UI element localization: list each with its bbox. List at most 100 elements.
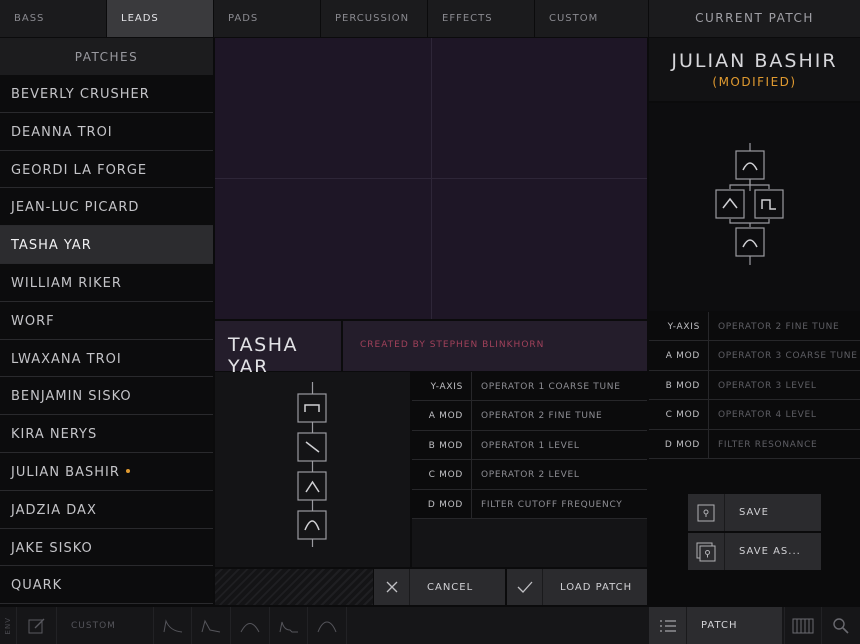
cancel-label: CANCEL	[427, 581, 474, 593]
patch-item[interactable]: JEAN-LUC PICARD	[0, 188, 213, 227]
patch-item[interactable]: BEVERLY CRUSHER	[0, 75, 213, 113]
operator-chain-icon	[297, 382, 327, 547]
mod-key: D MOD	[649, 429, 709, 458]
table-row: D MOD FILTER RESONANCE	[649, 429, 860, 459]
custom-label: CUSTOM	[71, 620, 116, 631]
search-icon	[833, 617, 849, 634]
env-tab[interactable]: ENV	[0, 607, 17, 644]
stripe-divider	[215, 569, 373, 605]
mod-value: OPERATOR 1 LEVEL	[481, 440, 580, 451]
tab-pads[interactable]: PADS	[214, 0, 321, 37]
table-row: C MOD OPERATOR 4 LEVEL	[649, 400, 860, 430]
patch-item-selected[interactable]: TASHA YAR	[0, 226, 213, 264]
save-icon	[688, 494, 725, 531]
envelope-preset-3[interactable]	[231, 607, 270, 644]
custom-slot[interactable]: CUSTOM	[57, 607, 154, 644]
load-patch-button[interactable]: LOAD PATCH	[507, 569, 647, 605]
keyboard-icon	[792, 618, 814, 633]
patch-button[interactable]: PATCH	[649, 607, 782, 644]
mod-value: FILTER CUTOFF FREQUENCY	[481, 499, 623, 510]
patch-item[interactable]: WORF	[0, 301, 213, 340]
save-as-button[interactable]: SAVE AS...	[688, 533, 821, 570]
patch-item[interactable]: JAKE SISKO	[0, 528, 213, 567]
envelope-preset-2[interactable]	[192, 607, 231, 644]
patch-item-label: LWAXANA TROI	[11, 351, 122, 367]
save-button[interactable]: SAVE	[688, 494, 821, 531]
patch-label: PATCH	[701, 620, 738, 631]
mod-value: OPERATOR 2 FINE TUNE	[718, 322, 840, 332]
table-row: B MOD OPERATOR 1 LEVEL	[412, 430, 647, 461]
envelope-shape-icon	[240, 622, 260, 632]
envelope-shape-icon	[317, 620, 337, 632]
envelope-preset-1[interactable]	[154, 607, 192, 644]
patch-item[interactable]: LWAXANA TROI	[0, 339, 213, 378]
mod-value: OPERATOR 3 COARSE TUNE	[718, 351, 858, 362]
table-row: A MOD OPERATOR 3 COARSE TUNE	[649, 341, 860, 371]
tab-percussion[interactable]: PERCUSSION	[321, 0, 428, 37]
patch-item-label: JEAN-LUC PICARD	[11, 200, 140, 216]
search-button[interactable]	[822, 607, 860, 644]
patch-item[interactable]: WILLIAM RIKER	[0, 263, 213, 302]
patch-list: BEVERLY CRUSHER DEANNA TROI GEORDI LA FO…	[0, 75, 213, 605]
envelope-preset-5[interactable]	[308, 607, 347, 644]
envelope-preset-4[interactable]	[270, 607, 308, 644]
mod-key: C MOD	[649, 400, 709, 429]
mod-value: OPERATOR 2 FINE TUNE	[481, 411, 603, 422]
mod-key: A MOD	[649, 341, 709, 370]
envelope-shape-icon	[279, 621, 298, 632]
tab-custom[interactable]: CUSTOM	[535, 0, 645, 37]
table-row: Y-AXIS OPERATOR 1 COARSE TUNE	[412, 372, 647, 402]
tab-bass[interactable]: BASS	[0, 0, 107, 37]
mod-value: OPERATOR 1 COARSE TUNE	[481, 382, 621, 392]
current-mod-table: Y-AXIS OPERATOR 2 FINE TUNE A MOD OPERATOR…	[649, 312, 860, 459]
preview-mod-table: Y-AXIS OPERATOR 1 COARSE TUNE A MOD OPERAT…	[412, 372, 647, 519]
tab-leads[interactable]: LEADS	[107, 0, 214, 37]
save-as-icon	[688, 533, 725, 570]
patch-item[interactable]: GEORDI LA FORGE	[0, 150, 213, 189]
mod-key: B MOD	[649, 370, 709, 400]
patch-item-label: JAKE SISKO	[11, 540, 93, 556]
patch-item-label: KIRA NERYS	[11, 427, 98, 443]
patches-header: PATCHES	[0, 38, 213, 75]
mod-value: OPERATOR 3 LEVEL	[718, 380, 817, 391]
modified-dot-icon	[125, 468, 130, 473]
xy-pad[interactable]	[215, 38, 647, 319]
mod-key: Y-AXIS	[412, 372, 472, 401]
mod-key: D MOD	[412, 489, 472, 518]
table-row: D MOD FILTER CUTOFF FREQUENCY	[412, 489, 647, 519]
table-row: A MOD OPERATOR 2 FINE TUNE	[412, 401, 647, 431]
patch-item[interactable]: QUARK	[0, 566, 213, 605]
modified-badge: (MODIFIED)	[712, 75, 797, 89]
tab-effects[interactable]: EFFECTS	[428, 0, 535, 37]
patch-item-current[interactable]: JULIAN BASHIR	[0, 452, 213, 491]
save-label: SAVE	[739, 507, 769, 518]
table-row: Y-AXIS OPERATOR 2 FINE TUNE	[649, 312, 860, 342]
current-patch-name: JULIAN BASHIR	[671, 50, 838, 72]
patch-item[interactable]: KIRA NERYS	[0, 415, 213, 453]
mod-value: FILTER RESONANCE	[718, 439, 818, 450]
close-icon	[374, 569, 410, 605]
patch-item-label: DEANNA TROI	[11, 124, 113, 140]
patch-item-label: QUARK	[11, 578, 63, 594]
table-row: C MOD OPERATOR 2 LEVEL	[412, 460, 647, 490]
current-patch-header: JULIAN BASHIR (MODIFIED)	[649, 38, 860, 101]
load-patch-label: LOAD PATCH	[560, 581, 633, 593]
mod-key: B MOD	[412, 430, 472, 460]
patch-item[interactable]: BENJAMIN SISKO	[0, 377, 213, 416]
preview-patch-name: TASHA YAR	[215, 321, 341, 378]
list-icon	[649, 607, 687, 644]
cancel-button[interactable]: CANCEL	[374, 569, 505, 605]
checkmark-icon	[507, 569, 543, 605]
edit-button[interactable]	[17, 607, 57, 644]
current-patch-title: CURRENT PATCH	[649, 0, 860, 37]
patch-item-label: JADZIA DAX	[11, 502, 97, 518]
patch-item[interactable]: JADZIA DAX	[0, 490, 213, 529]
mod-key: C MOD	[412, 460, 472, 489]
patch-item-label: JULIAN BASHIR	[11, 464, 120, 480]
env-label: ENV	[4, 616, 12, 635]
save-as-label: SAVE AS...	[739, 546, 801, 557]
keyboard-button[interactable]	[784, 607, 822, 644]
mod-table-filler	[412, 519, 647, 567]
edit-icon	[28, 618, 44, 633]
patch-item[interactable]: DEANNA TROI	[0, 112, 213, 151]
